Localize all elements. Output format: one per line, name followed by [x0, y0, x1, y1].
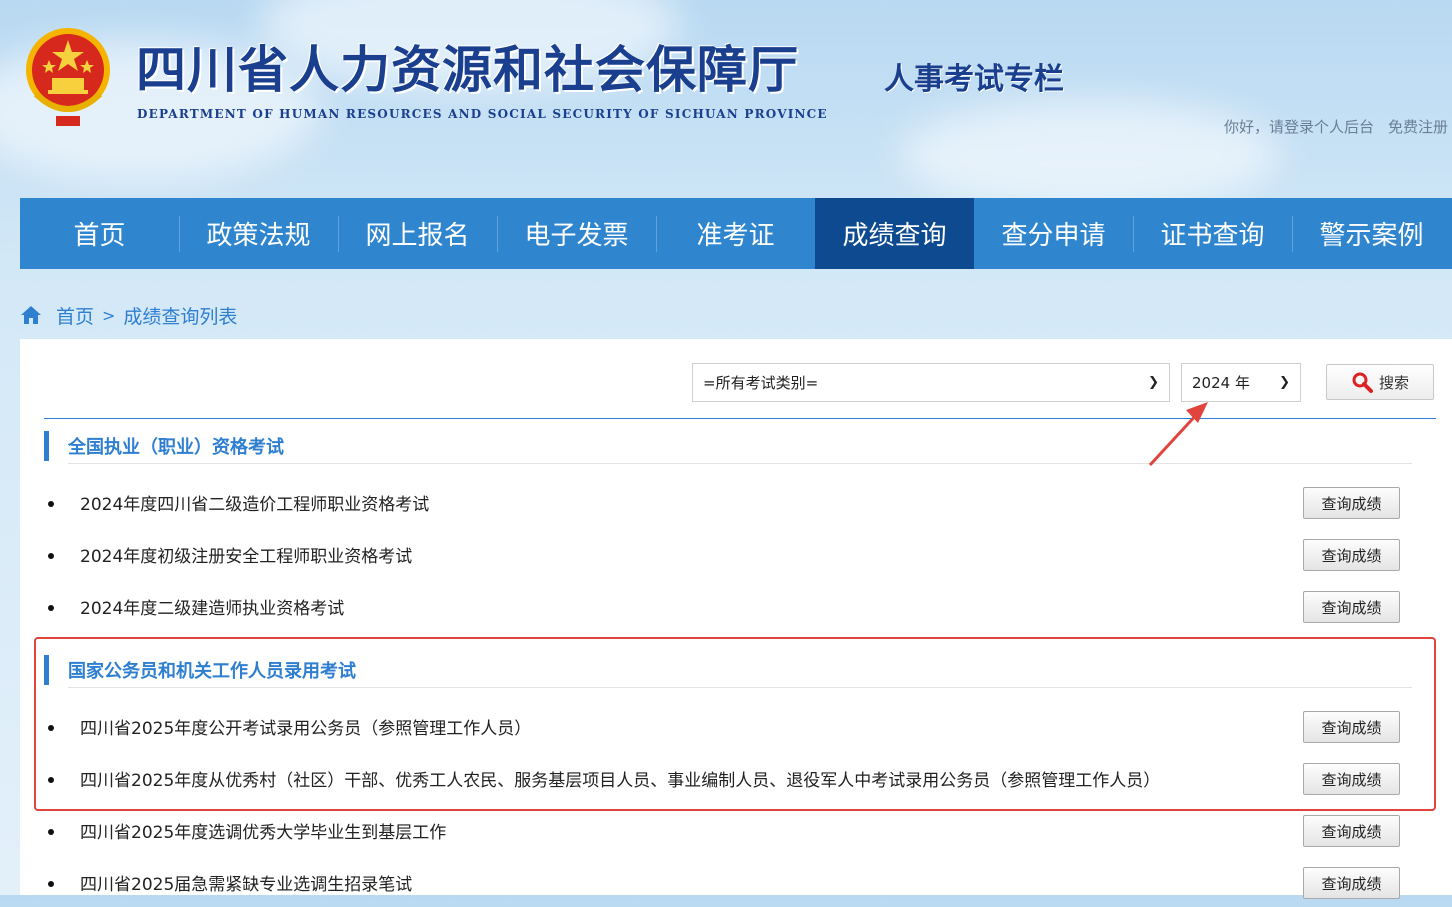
header-cloud: [900, 100, 1280, 198]
list-item: 2024年度四川省二级造价工程师职业资格考试 查询成绩: [44, 487, 1400, 527]
home-icon: [21, 306, 41, 324]
year-select[interactable]: 2024 年 ❯: [1181, 363, 1301, 402]
bullet-icon: [48, 605, 54, 611]
column-title: 人事考试专栏: [884, 62, 1064, 97]
section-header: 全国执业（职业）资格考试: [44, 429, 1412, 464]
bullet-icon: [48, 553, 54, 559]
nav-item-online-registration[interactable]: 网上报名: [338, 198, 497, 269]
search-button-label: 搜索: [1378, 373, 1409, 392]
nav-item-policy[interactable]: 政策法规: [179, 198, 338, 269]
chevron-down-icon: ❯: [1279, 375, 1290, 390]
query-score-button[interactable]: 查询成绩: [1303, 591, 1400, 623]
list-item: 四川省2025届急需紧缺专业选调生招录笔试 查询成绩: [44, 867, 1400, 907]
nav-item-warning-cases[interactable]: 警示案例: [1292, 198, 1451, 269]
nav-item-score-review[interactable]: 查分申请: [974, 198, 1133, 269]
register-link[interactable]: 免费注册: [1388, 118, 1448, 136]
section-marker: [44, 431, 49, 461]
login-link[interactable]: 你好，请登录个人后台: [1224, 118, 1374, 136]
search-icon: [1352, 372, 1373, 393]
chevron-down-icon: ❯: [1148, 375, 1159, 390]
exam-name: 四川省2025届急需紧缺专业选调生招录笔试: [80, 875, 413, 895]
query-score-button[interactable]: 查询成绩: [1303, 867, 1400, 899]
nav-item-home[interactable]: 首页: [20, 198, 179, 269]
query-score-button[interactable]: 查询成绩: [1303, 487, 1400, 519]
site-header: 四川省人力资源和社会保障厅 DEPARTMENT OF HUMAN RESOUR…: [0, 0, 1452, 198]
category-select-value: =所有考试类别=: [703, 374, 819, 392]
breadcrumb-home[interactable]: 首页: [56, 302, 94, 329]
query-score-button[interactable]: 查询成绩: [1303, 539, 1400, 571]
breadcrumb: 首页 > 成绩查询列表: [20, 300, 237, 330]
section-divider: [68, 463, 1412, 464]
year-select-value: 2024 年: [1192, 374, 1250, 392]
main-nav: 首页 政策法规 网上报名 电子发票 准考证 成绩查询 查分申请 证书查询 警示案…: [20, 198, 1452, 269]
bullet-icon: [48, 829, 54, 835]
toolbar-divider: [44, 418, 1436, 419]
exam-name: 2024年度四川省二级造价工程师职业资格考试: [80, 495, 430, 515]
national-emblem-icon: [26, 28, 110, 126]
search-button[interactable]: 搜索: [1326, 364, 1434, 400]
breadcrumb-current[interactable]: 成绩查询列表: [123, 302, 237, 329]
exam-name: 2024年度初级注册安全工程师职业资格考试: [80, 547, 413, 567]
query-score-button[interactable]: 查询成绩: [1303, 815, 1400, 847]
list-item: 2024年度二级建造师执业资格考试 查询成绩: [44, 591, 1400, 631]
category-select[interactable]: =所有考试类别= ❯: [692, 363, 1170, 402]
annotation-highlight-box: [34, 637, 1436, 811]
section-title: 全国执业（职业）资格考试: [68, 437, 284, 458]
exam-name: 2024年度二级建造师执业资格考试: [80, 599, 345, 619]
bullet-icon: [48, 881, 54, 887]
list-item: 2024年度初级注册安全工程师职业资格考试 查询成绩: [44, 539, 1400, 579]
nav-item-admission-ticket[interactable]: 准考证: [656, 198, 815, 269]
nav-item-certificate-query[interactable]: 证书查询: [1133, 198, 1292, 269]
bullet-icon: [48, 501, 54, 507]
nav-item-e-invoice[interactable]: 电子发票: [497, 198, 656, 269]
list-item: 四川省2025年度选调优秀大学毕业生到基层工作 查询成绩: [44, 815, 1400, 855]
nav-item-score-query[interactable]: 成绩查询: [815, 198, 974, 269]
breadcrumb-separator: >: [102, 305, 116, 325]
exam-name: 四川省2025年度选调优秀大学毕业生到基层工作: [80, 823, 447, 843]
user-links: 你好，请登录个人后台 免费注册: [1224, 116, 1448, 137]
site-title: 四川省人力资源和社会保障厅: [136, 40, 799, 99]
content-panel: =所有考试类别= ❯ 2024 年 ❯ 搜索 全国执业（职业）资格考试 2024…: [20, 339, 1452, 899]
site-subtitle: DEPARTMENT OF HUMAN RESOURCES AND SOCIAL…: [137, 107, 828, 121]
